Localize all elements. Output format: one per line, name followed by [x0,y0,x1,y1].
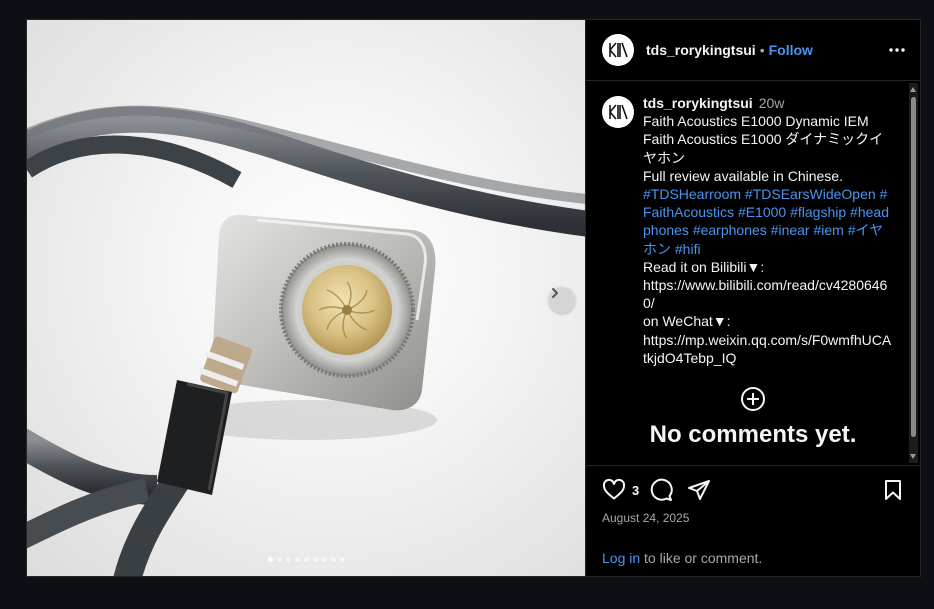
no-comments-title: No comments yet. [649,421,857,448]
bookmark-icon [885,480,901,500]
comments-area[interactable]: tds_rorykingtsui 20w Faith Acoustics E100… [586,81,920,466]
carousel-dot [339,557,345,562]
login-prompt-text: to like or comment. [640,550,763,566]
king-tsui-logo [603,35,633,65]
action-bar: 3 [602,475,904,505]
heart-icon [602,478,626,500]
hashtag-link[interactable]: #E1000 [738,204,786,220]
like-button[interactable] [602,478,626,502]
send-icon [688,480,711,500]
hashtag-list: #TDSHearroom #TDSEarsWideOpen #FaithAcou… [643,185,895,258]
post-header: tds_rorykingtsui • Follow [586,20,920,81]
share-button[interactable] [687,478,711,502]
carousel-dot [303,557,309,562]
caption-line: Faith Acoustics E1000 Dynamic IEM [643,113,869,130]
post-media[interactable] [27,20,585,576]
caption-avatar[interactable] [602,96,634,128]
caption-line: Faith Acoustics E1000 ダイナミックイヤホン [643,131,884,166]
login-link[interactable]: Log in [602,550,640,566]
scroll-up-icon[interactable] [910,87,916,92]
like-count[interactable]: 3 [632,483,639,498]
carousel-dot [276,557,282,562]
hashtag-link[interactable]: #inear [771,222,810,238]
more-horizontal-icon [889,48,905,52]
carousel-dot [294,557,300,562]
login-prompt: Log in to like or comment. [602,550,762,566]
caption-row: tds_rorykingtsui 20w Faith Acoustics E100… [602,94,900,367]
post-username[interactable]: tds_rorykingtsui [646,42,756,58]
post-date[interactable]: August 24, 2025 [602,511,689,525]
wechat-url: https://mp.weixin.qq.com/s/F0wmfhUCAtkjd… [643,331,892,366]
chevron-right-icon [552,288,558,298]
comment-button[interactable] [649,478,673,502]
no-comments-state: No comments yet. [586,386,920,449]
caption-line: Full review available in Chinese. [643,167,843,184]
add-circle-icon [741,387,765,411]
caption-line: Read it on Bilibili▼: [643,258,765,275]
king-tsui-logo [603,97,633,127]
follow-button[interactable]: Follow [769,42,813,58]
hashtag-link[interactable]: #earphones [693,222,767,238]
product-photo [27,105,585,576]
scrollbar-thumb[interactable] [911,97,916,437]
post-time[interactable]: 20w [759,95,785,111]
caption-text: tds_rorykingtsui 20w Faith Acoustics E100… [643,94,895,367]
carousel-dot [285,557,291,562]
carousel-dot [321,557,327,562]
hashtag-link[interactable]: #TDSHearroom [643,186,741,202]
avatar[interactable] [602,34,634,66]
separator-dot: • [759,42,765,58]
caption-line: on WeChat▼: [643,313,731,330]
hashtag-link[interactable]: #iem [813,222,843,238]
carousel-dot [312,557,318,562]
comment-icon [650,478,673,501]
next-image-button[interactable] [549,287,575,313]
carousel-indicator [27,557,585,562]
carousel-dot [267,557,273,562]
scroll-down-icon[interactable] [910,454,916,459]
post-dialog: tds_rorykingtsui • Follow tds_rorykingts… [26,19,921,577]
post-sidebar: tds_rorykingtsui • Follow tds_rorykingts… [585,20,920,576]
save-button[interactable] [882,479,904,501]
hashtag-link[interactable]: #flagship [790,204,846,220]
more-options-button[interactable] [888,41,906,64]
caption-username[interactable]: tds_rorykingtsui [643,95,753,111]
comments-scrollbar[interactable] [909,83,918,463]
carousel-dot [330,557,336,562]
hashtag-link[interactable]: #TDSEarsWideOpen [745,186,876,202]
hashtag-link[interactable]: #hifi [675,241,701,257]
bilibili-url: https://www.bilibili.com/read/cv42806460… [643,277,888,312]
